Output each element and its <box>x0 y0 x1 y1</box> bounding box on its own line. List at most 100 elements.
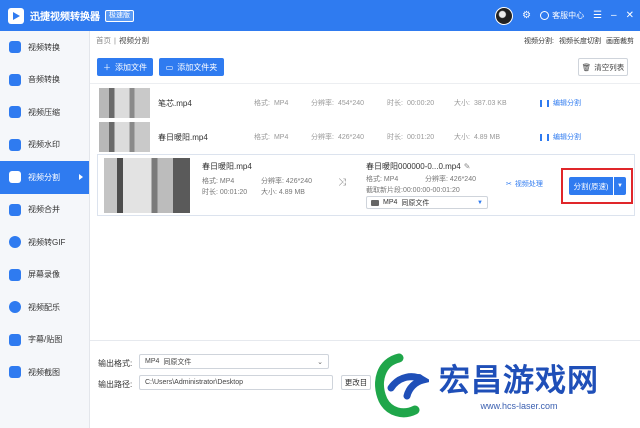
video-thumbnail <box>99 88 150 118</box>
video-process-button[interactable]: ✂ 视频处理 <box>506 179 543 189</box>
app-title: 迅捷视频转换器 <box>30 12 100 23</box>
sidebar-item-video-merge[interactable]: 视频合并 <box>0 194 89 227</box>
select-format-value: MP4 <box>383 199 398 206</box>
output-path-label: 输出路径: <box>98 380 133 389</box>
sidebar-item-video-split[interactable]: 视频分割 <box>0 161 89 194</box>
headset-icon <box>540 11 550 20</box>
clip-value: 00:00:00-00:01:20 <box>402 187 460 194</box>
video-split-icon <box>9 171 21 184</box>
split-mode-label: 视频分割: <box>524 37 554 45</box>
sidebar-item-label: 视频截图 <box>28 367 60 377</box>
sidebar-item-video-screenshot[interactable]: 视频截图 <box>0 356 89 389</box>
split-dropdown-button[interactable]: ▼ <box>614 177 626 195</box>
edit-split-button[interactable]: 编辑分割 <box>540 132 581 142</box>
sidebar-item-video-convert[interactable]: 视频转换 <box>0 31 89 64</box>
video-watermark-icon <box>9 138 21 151</box>
watermark-overlay: 宏昌游戏网 www.hcs-laser.com <box>369 345 640 428</box>
app-logo-icon <box>8 7 24 24</box>
title-bar: 迅捷视频转换器 极速版 ⚙ 客服中心 ☰ – ✕ <box>0 0 640 31</box>
format-label: 格式: <box>202 178 218 185</box>
breadcrumb-separator: | <box>114 36 116 45</box>
version-badge: 极速版 <box>105 9 134 22</box>
format-label: 格式: <box>366 176 382 183</box>
video-thumbnail <box>99 122 150 152</box>
list-item[interactable]: 春日暖阳.mp4 格式: MP4 分辨率: 426*240 时长: 00:01:20 … <box>97 120 635 154</box>
sidebar-item-subtitle[interactable]: 字幕/贴图 <box>0 324 89 357</box>
add-folder-button[interactable]: ▭ 添加文件夹 <box>159 58 224 76</box>
edit-split-label: 编辑分割 <box>553 134 581 141</box>
sidebar-item-label: 屏幕录像 <box>28 270 60 280</box>
settings-icon[interactable]: ⚙ <box>522 10 531 21</box>
clip-range: 截取新片段:00:00:00-00:01:20 <box>366 185 460 195</box>
video-thumbnail-large <box>104 158 190 213</box>
sidebar-item-video-gif[interactable]: 视频转GIF <box>0 226 89 259</box>
sidebar-item-video-watermark[interactable]: 视频水印 <box>0 129 89 162</box>
file-name: 笔芯.mp4 <box>158 98 192 108</box>
resolution-value: 426*240 <box>285 178 312 185</box>
output-path-field[interactable]: C:\Users\Administrator\Desktop <box>139 375 333 390</box>
file-resolution: 分辨率: 426*240 <box>311 132 364 142</box>
breadcrumb: 首页 | 视频分割 视频分割: 视频长度切割 画面裁剪 <box>90 31 640 50</box>
expanded-file-item[interactable]: 春日暖阳.mp4 格式: MP4 分辨率: 426*240 时长: 00:01:… <box>97 154 635 216</box>
watermark-title: 宏昌游戏网 <box>439 362 599 399</box>
pencil-icon[interactable]: ✎ <box>464 162 471 171</box>
output-format: 格式: MP4 <box>366 174 398 184</box>
breadcrumb-home[interactable]: 首页 <box>96 35 111 46</box>
split-icon <box>540 133 549 141</box>
output-format-select[interactable]: MP4 同原文件 ⌄ <box>139 354 329 369</box>
file-size: 大小: 387.03 KB <box>454 98 507 108</box>
watermark-text: 宏昌游戏网 www.hcs-laser.com <box>439 363 599 411</box>
clear-list-button[interactable]: 🗑 清空列表 <box>578 58 628 76</box>
close-icon[interactable]: ✕ <box>626 10 634 21</box>
change-directory-button[interactable]: 更改目 <box>341 375 371 390</box>
video-convert-icon <box>9 41 21 54</box>
source-size: 大小: 4.89 MB <box>261 187 305 197</box>
sidebar-item-label: 视频压缩 <box>28 107 60 117</box>
sidebar-item-audio-convert[interactable]: 音频转换 <box>0 64 89 97</box>
video-format-icon <box>371 199 379 206</box>
size-value: 387.03 KB <box>473 100 507 107</box>
format-value: MP4 <box>383 176 399 183</box>
duration-label: 时长: <box>387 100 403 107</box>
split-icon <box>540 99 549 107</box>
sidebar-item-screen-record[interactable]: 屏幕录像 <box>0 259 89 292</box>
format-value: MP4 <box>273 100 289 107</box>
output-format-select[interactable]: MP4 同原文件 ▼ <box>366 196 488 209</box>
source-duration: 时长: 00:01:20 <box>202 187 247 197</box>
customer-service-button[interactable]: 客服中心 <box>540 10 584 21</box>
size-label: 大小: <box>261 189 277 196</box>
duration-label: 时长: <box>202 189 218 196</box>
screen-record-icon <box>9 268 21 281</box>
file-format: 格式: MP4 <box>254 132 288 142</box>
output-format-label: 输出格式: <box>98 359 133 368</box>
sidebar-item-label: 音频转换 <box>28 75 60 85</box>
select-quality-value: 同原文件 <box>401 199 430 207</box>
duration-value: 00:01:20 <box>219 189 248 196</box>
format-label: 格式: <box>254 100 270 107</box>
sidebar-item-video-compress[interactable]: 视频压缩 <box>0 96 89 129</box>
edit-split-button[interactable]: 编辑分割 <box>540 98 581 108</box>
file-duration: 时长: 00:01:20 <box>387 132 434 142</box>
source-file-name: 春日暖阳.mp4 <box>202 162 252 171</box>
watermark-url: www.hcs-laser.com <box>480 400 558 411</box>
video-merge-icon <box>9 203 21 216</box>
output-quality-value: 同原文件 <box>163 358 192 366</box>
split-mode-crop-tab[interactable]: 画面裁剪 <box>606 36 634 46</box>
split-button[interactable]: 分割(原速) <box>569 177 613 195</box>
menu-icon[interactable]: ☰ <box>593 10 602 21</box>
add-file-button[interactable]: ＋ 添加文件 <box>97 58 153 76</box>
size-value: 4.89 MB <box>473 134 501 141</box>
format-value: MP4 <box>273 134 289 141</box>
folder-icon: ▭ <box>165 62 174 72</box>
video-screenshot-icon <box>9 366 21 379</box>
minimize-icon[interactable]: – <box>611 10 617 21</box>
sidebar-item-video-music[interactable]: 视频配乐 <box>0 291 89 324</box>
scissors-icon: ✂ <box>506 181 512 188</box>
duration-label: 时长: <box>387 134 403 141</box>
format-value: MP4 <box>219 178 235 185</box>
user-avatar[interactable] <box>495 6 514 25</box>
split-mode-length-tab[interactable]: 视频长度切割 <box>559 36 601 46</box>
customer-service-label: 客服中心 <box>552 11 585 20</box>
output-format-value: MP4 <box>145 358 160 365</box>
list-item[interactable]: 笔芯.mp4 格式: MP4 分辨率: 454*240 时长: 00:00:20 大小… <box>97 86 635 120</box>
